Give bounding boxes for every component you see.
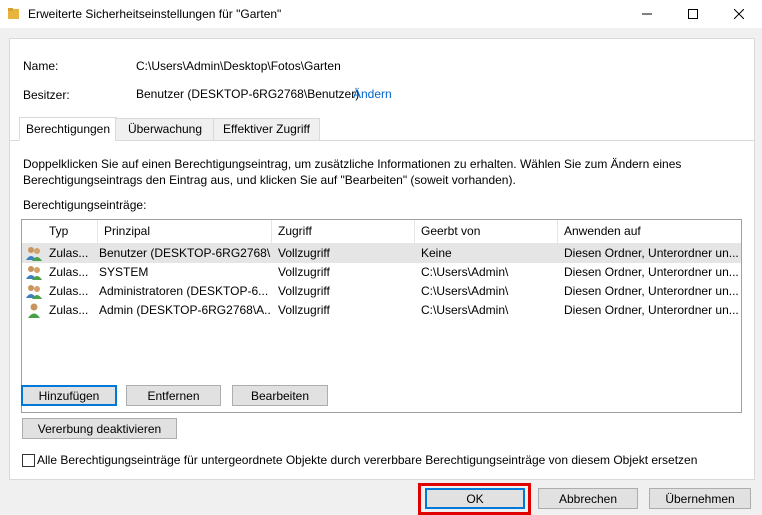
edit-button[interactable]: Bearbeiten [232, 385, 328, 406]
maximize-button[interactable] [670, 0, 716, 28]
apply-button[interactable]: Übernehmen [649, 488, 751, 509]
cell-applies: Diesen Ordner, Unterordner un... [564, 303, 739, 317]
table-row[interactable]: Zulas... Benutzer (DESKTOP-6RG2768\... V… [22, 244, 741, 263]
cell-principal: Administratoren (DESKTOP-6... [99, 284, 269, 298]
cell-access: Vollzugriff [278, 284, 330, 298]
add-button[interactable]: Hinzufügen [21, 385, 117, 406]
column-header-geerbt-von[interactable]: Geerbt von [415, 220, 558, 243]
minimize-icon [642, 13, 652, 15]
cell-inherited: C:\Users\Admin\ [421, 303, 509, 317]
column-header-prinzipal[interactable]: Prinzipal [98, 220, 272, 243]
cell-applies: Diesen Ordner, Unterordner un... [564, 265, 739, 279]
cell-type: Zulas... [49, 265, 89, 279]
security-settings-pane: Name: C:\Users\Admin\Desktop\Fotos\Garte… [9, 38, 755, 480]
entries-label: Berechtigungseinträge: [23, 198, 147, 212]
remove-button[interactable]: Entfernen [126, 385, 221, 406]
cell-access: Vollzugriff [278, 265, 330, 279]
column-header-zugriff[interactable]: Zugriff [272, 220, 415, 243]
tab-effektiver-zugriff[interactable]: Effektiver Zugriff [213, 118, 320, 141]
user-icon [28, 303, 40, 318]
cell-type: Zulas... [49, 246, 89, 260]
cell-principal: Admin (DESKTOP-6RG2768\A... [99, 303, 271, 317]
cell-applies: Diesen Ordner, Unterordner un... [564, 284, 739, 298]
cancel-button[interactable]: Abbrechen [538, 488, 638, 509]
window-title: Erweiterte Sicherheitseinstellungen für … [28, 7, 282, 21]
cell-inherited: C:\Users\Admin\ [421, 284, 509, 298]
name-value: C:\Users\Admin\Desktop\Fotos\Garten [136, 59, 341, 73]
maximize-icon [688, 9, 698, 19]
users-group-icon [26, 247, 42, 261]
users-group-icon [26, 285, 42, 299]
owner-label: Besitzer: [23, 88, 70, 102]
name-label: Name: [23, 59, 59, 73]
cell-access: Vollzugriff [278, 246, 330, 260]
title-bar: Erweiterte Sicherheitseinstellungen für … [0, 0, 762, 28]
column-header-typ[interactable]: Typ [43, 220, 98, 243]
folder-icon [8, 8, 19, 19]
change-owner-link[interactable]: Ändern [353, 87, 392, 101]
list-header: Typ Prinzipal Zugriff Geerbt von Anwende… [22, 220, 741, 244]
owner-value: Benutzer (DESKTOP-6RG2768\Benutzer) [136, 87, 360, 101]
table-row[interactable]: Zulas... Administratoren (DESKTOP-6... V… [22, 282, 741, 301]
cell-type: Zulas... [49, 284, 89, 298]
table-row[interactable]: Zulas... SYSTEM Vollzugriff C:\Users\Adm… [22, 263, 741, 282]
replace-child-permissions-label: Alle Berechtigungseinträge für untergeor… [37, 453, 698, 467]
ok-button-highlight [418, 483, 531, 515]
cell-type: Zulas... [49, 303, 89, 317]
cell-inherited: Keine [421, 246, 452, 260]
close-button[interactable] [716, 0, 762, 28]
permission-entries-list[interactable]: Typ Prinzipal Zugriff Geerbt von Anwende… [21, 219, 742, 413]
users-group-icon [26, 266, 42, 280]
cell-applies: Diesen Ordner, Unterordner un... [564, 246, 739, 260]
cell-principal: Benutzer (DESKTOP-6RG2768\... [99, 246, 271, 260]
permissions-description: Doppelklicken Sie auf einen Berechtigung… [23, 157, 682, 187]
tab-berechtigungen[interactable]: Berechtigungen [19, 117, 117, 141]
replace-child-permissions-checkbox[interactable] [22, 454, 35, 467]
cell-access: Vollzugriff [278, 303, 330, 317]
tab-ueberwachung[interactable]: Überwachung [115, 118, 215, 141]
cell-inherited: C:\Users\Admin\ [421, 265, 509, 279]
table-row[interactable]: Zulas... Admin (DESKTOP-6RG2768\A... Vol… [22, 301, 741, 320]
disable-inheritance-button[interactable]: Vererbung deaktivieren [22, 418, 177, 439]
minimize-button[interactable] [624, 0, 670, 28]
column-header-anwenden-auf[interactable]: Anwenden auf [558, 220, 741, 243]
close-icon [734, 9, 744, 19]
cell-principal: SYSTEM [99, 265, 149, 279]
